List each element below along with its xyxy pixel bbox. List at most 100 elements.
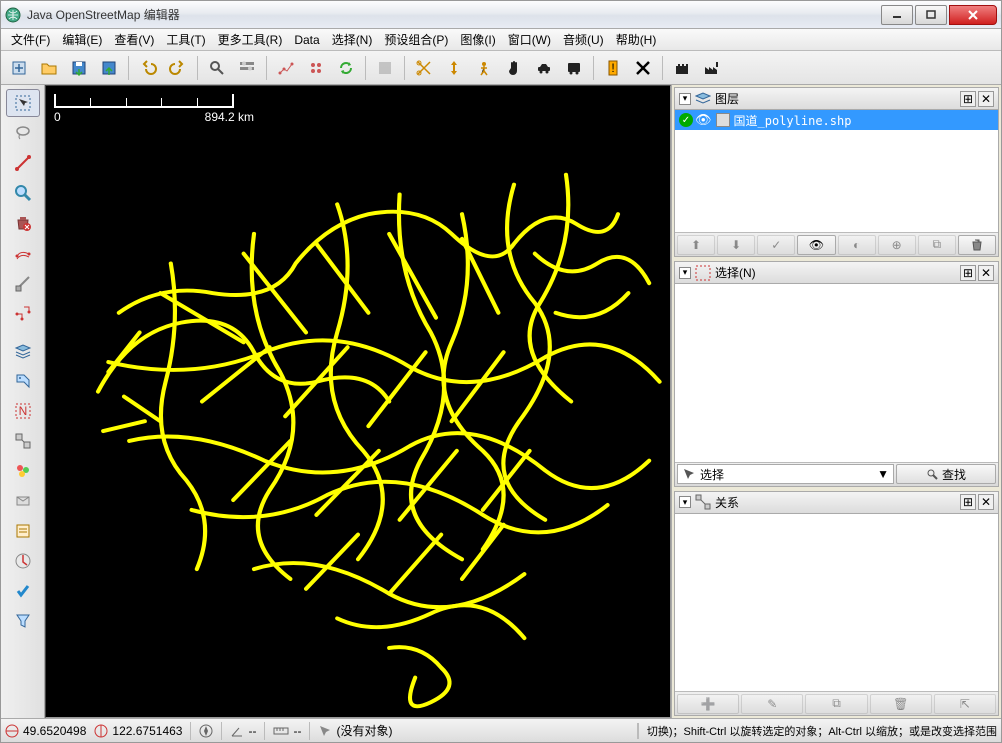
layer-type-icon	[716, 113, 730, 127]
menu-view[interactable]: 查看(V)	[108, 29, 160, 50]
map-canvas[interactable]: 0894.2 km	[45, 85, 671, 718]
status-lat: 49.6520498	[5, 724, 86, 738]
menu-edit[interactable]: 编辑(E)	[56, 29, 108, 50]
svg-text:N: N	[18, 404, 27, 418]
relation-new-button[interactable]: ➕	[677, 694, 739, 714]
layer-up-button[interactable]: ⬆	[677, 235, 715, 255]
layers-pin-button[interactable]: ⊞	[960, 91, 976, 107]
tool-parallel[interactable]	[6, 239, 40, 267]
compass-icon	[199, 724, 213, 738]
layer-visible-icon[interactable]: 👁	[695, 112, 712, 128]
upload-button[interactable]	[95, 54, 123, 82]
layer-active-icon[interactable]: ✓	[679, 113, 693, 127]
relation-select-button[interactable]: ⇱	[934, 694, 996, 714]
panel-conflict-toggle[interactable]	[6, 547, 40, 575]
tool-select-mode[interactable]	[6, 89, 40, 117]
layer-duplicate-button[interactable]: ⧉	[918, 235, 956, 255]
menu-tools[interactable]: 工具(T)	[160, 29, 211, 50]
panel-validate-toggle[interactable]	[6, 577, 40, 605]
tool-factory[interactable]	[698, 54, 726, 82]
relation-delete-button[interactable]: 🗑	[870, 694, 932, 714]
tool-scissors[interactable]	[410, 54, 438, 82]
status-heading	[199, 724, 213, 738]
selection-collapse-icon[interactable]: ▾	[679, 267, 691, 279]
panel-relations-toggle[interactable]	[6, 427, 40, 455]
panel-map-paint-toggle[interactable]	[6, 457, 40, 485]
tool-car[interactable]	[530, 54, 558, 82]
selection-close-button[interactable]: ✕	[978, 265, 994, 281]
tool-delete[interactable]	[629, 54, 657, 82]
layer-item[interactable]: ✓ 👁 国道_polyline.shp	[675, 110, 998, 130]
tool-arrows[interactable]	[440, 54, 468, 82]
tool-castle[interactable]	[668, 54, 696, 82]
maximize-button[interactable]	[915, 5, 947, 25]
selection-pin-button[interactable]: ⊞	[960, 265, 976, 281]
tool-delete-mode[interactable]	[6, 209, 40, 237]
menu-image[interactable]: 图像(I)	[454, 29, 501, 50]
cursor-icon	[318, 724, 332, 738]
main-toolbar: !	[1, 51, 1001, 85]
relation-duplicate-button[interactable]: ⧉	[805, 694, 867, 714]
tool-extrude[interactable]	[6, 299, 40, 327]
panel-layers-toggle[interactable]	[6, 337, 40, 365]
close-button[interactable]	[949, 5, 997, 25]
relations-collapse-icon[interactable]: ▾	[679, 496, 691, 508]
status-angle: --	[230, 724, 256, 738]
panel-selection-toggle[interactable]: N	[6, 397, 40, 425]
panel-changeset-toggle[interactable]	[6, 517, 40, 545]
redo-button[interactable]	[164, 54, 192, 82]
layers-close-button[interactable]: ✕	[978, 91, 994, 107]
relations-pin-button[interactable]: ⊞	[960, 494, 976, 510]
menu-help[interactable]: 帮助(H)	[610, 29, 663, 50]
menu-data[interactable]: Data	[288, 31, 325, 49]
panel-funnel-toggle[interactable]	[6, 607, 40, 635]
tool-improve-way[interactable]	[6, 269, 40, 297]
selection-title: 选择(N)	[715, 264, 960, 281]
lat-icon	[5, 724, 19, 738]
menu-window[interactable]: 窗口(W)	[502, 29, 557, 50]
preferences-button[interactable]	[233, 54, 261, 82]
layer-delete-button[interactable]	[958, 235, 996, 255]
left-toolbox: N	[1, 85, 45, 718]
refresh-button[interactable]	[332, 54, 360, 82]
window-title: Java OpenStreetMap 编辑器	[27, 6, 879, 23]
layers-collapse-icon[interactable]: ▾	[679, 93, 691, 105]
save-button[interactable]	[65, 54, 93, 82]
menu-file[interactable]: 文件(F)	[5, 29, 56, 50]
cursor-icon	[682, 467, 696, 481]
undo-button[interactable]	[134, 54, 162, 82]
tool-bus[interactable]	[560, 54, 588, 82]
search-button[interactable]	[203, 54, 231, 82]
layer-opacity-button[interactable]: ◐	[838, 235, 876, 255]
open-button[interactable]	[35, 54, 63, 82]
layer-activate-button[interactable]: ✓	[757, 235, 795, 255]
menu-more-tools[interactable]: 更多工具(R)	[212, 29, 289, 50]
tool-lasso[interactable]	[6, 119, 40, 147]
search-icon	[926, 468, 938, 480]
menu-presets[interactable]: 预设组合(P)	[378, 29, 454, 50]
layer-visibility-button[interactable]: 👁	[797, 235, 835, 255]
layer-merge-button[interactable]: ⊕	[878, 235, 916, 255]
relation-edit-button[interactable]: ✎	[741, 694, 803, 714]
relations-close-button[interactable]: ✕	[978, 494, 994, 510]
find-button[interactable]: 查找	[896, 464, 996, 484]
panel-filter-toggle[interactable]	[6, 487, 40, 515]
tool-draw-node[interactable]	[6, 149, 40, 177]
selection-combo[interactable]: 选择 ▼	[677, 464, 894, 484]
layer-down-button[interactable]: ⬇	[717, 235, 755, 255]
relations-title: 关系	[715, 494, 960, 511]
tool-zoom[interactable]	[6, 179, 40, 207]
panel-tags-toggle[interactable]	[6, 367, 40, 395]
status-length: --	[273, 724, 301, 738]
tool-warning[interactable]: !	[599, 54, 627, 82]
minimize-button[interactable]	[881, 5, 913, 25]
new-layer-button[interactable]	[5, 54, 33, 82]
layer-name: 国道_polyline.shp	[734, 112, 852, 129]
menu-select[interactable]: 选择(N)	[326, 29, 379, 50]
tool-hand[interactable]	[500, 54, 528, 82]
ruler-icon	[273, 726, 289, 736]
menu-audio[interactable]: 音频(U)	[557, 29, 610, 50]
wireframe-button[interactable]	[272, 54, 300, 82]
hatch-button[interactable]	[302, 54, 330, 82]
tool-person[interactable]	[470, 54, 498, 82]
